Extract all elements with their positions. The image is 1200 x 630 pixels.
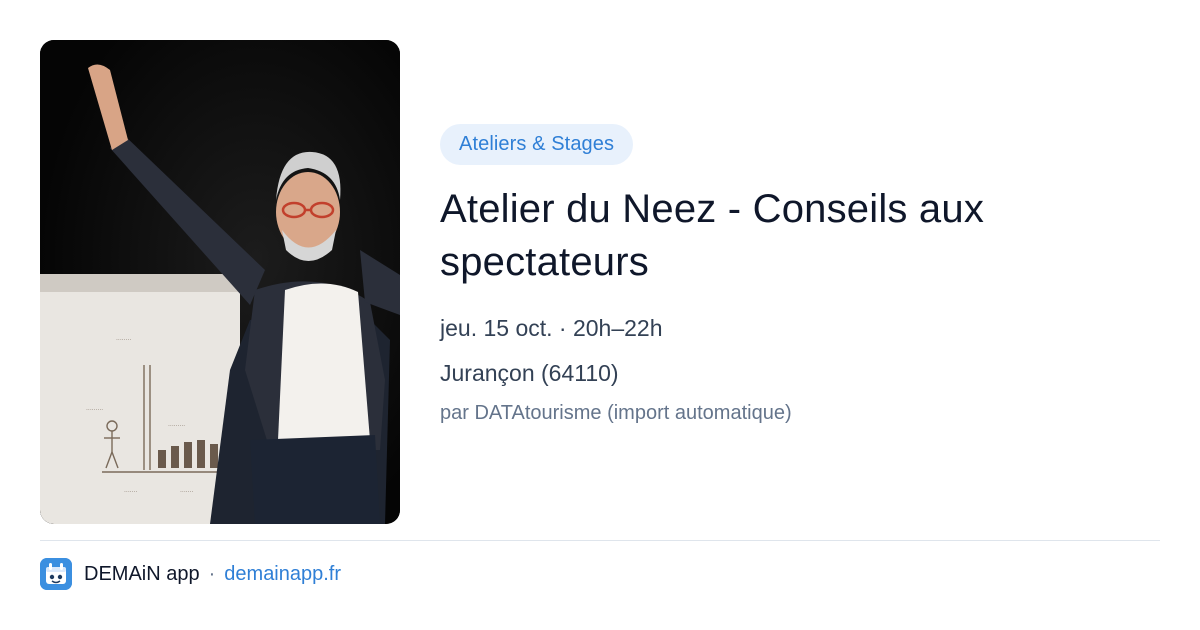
- event-title[interactable]: Atelier du Neez - Conseils aux spectateu…: [440, 183, 1090, 289]
- svg-text:........: ........: [116, 335, 131, 342]
- svg-text:.......: .......: [124, 487, 137, 494]
- event-source: par DATAtourisme (import automatique): [440, 402, 792, 424]
- performer-image: ......... ........ ......... ....... ...…: [40, 40, 400, 524]
- event-card[interactable]: ......... ........ ......... ....... ...…: [0, 0, 1200, 630]
- app-url-link[interactable]: demainapp.fr: [224, 563, 341, 586]
- calendar-icon[interactable]: [40, 558, 72, 590]
- app-name: DEMAiN app: [84, 562, 200, 585]
- footer: DEMAiN app · demainapp.fr: [40, 557, 341, 591]
- category-badge[interactable]: Ateliers & Stages: [440, 124, 634, 165]
- event-photo: ......... ........ ......... ....... ...…: [40, 40, 400, 524]
- svg-text:.........: .........: [168, 421, 185, 428]
- svg-text:.......: .......: [180, 487, 193, 494]
- svg-text:.........: .........: [86, 405, 103, 412]
- footer-divider: [40, 540, 1160, 541]
- event-info: Ateliers & Stages Atelier du Neez - Cons…: [440, 124, 1160, 426]
- footer-separator: ·: [208, 562, 216, 585]
- event-location: Jurançon (64110): [440, 360, 619, 386]
- event-datetime: jeu. 15 oct. · 20h–22h: [440, 315, 663, 341]
